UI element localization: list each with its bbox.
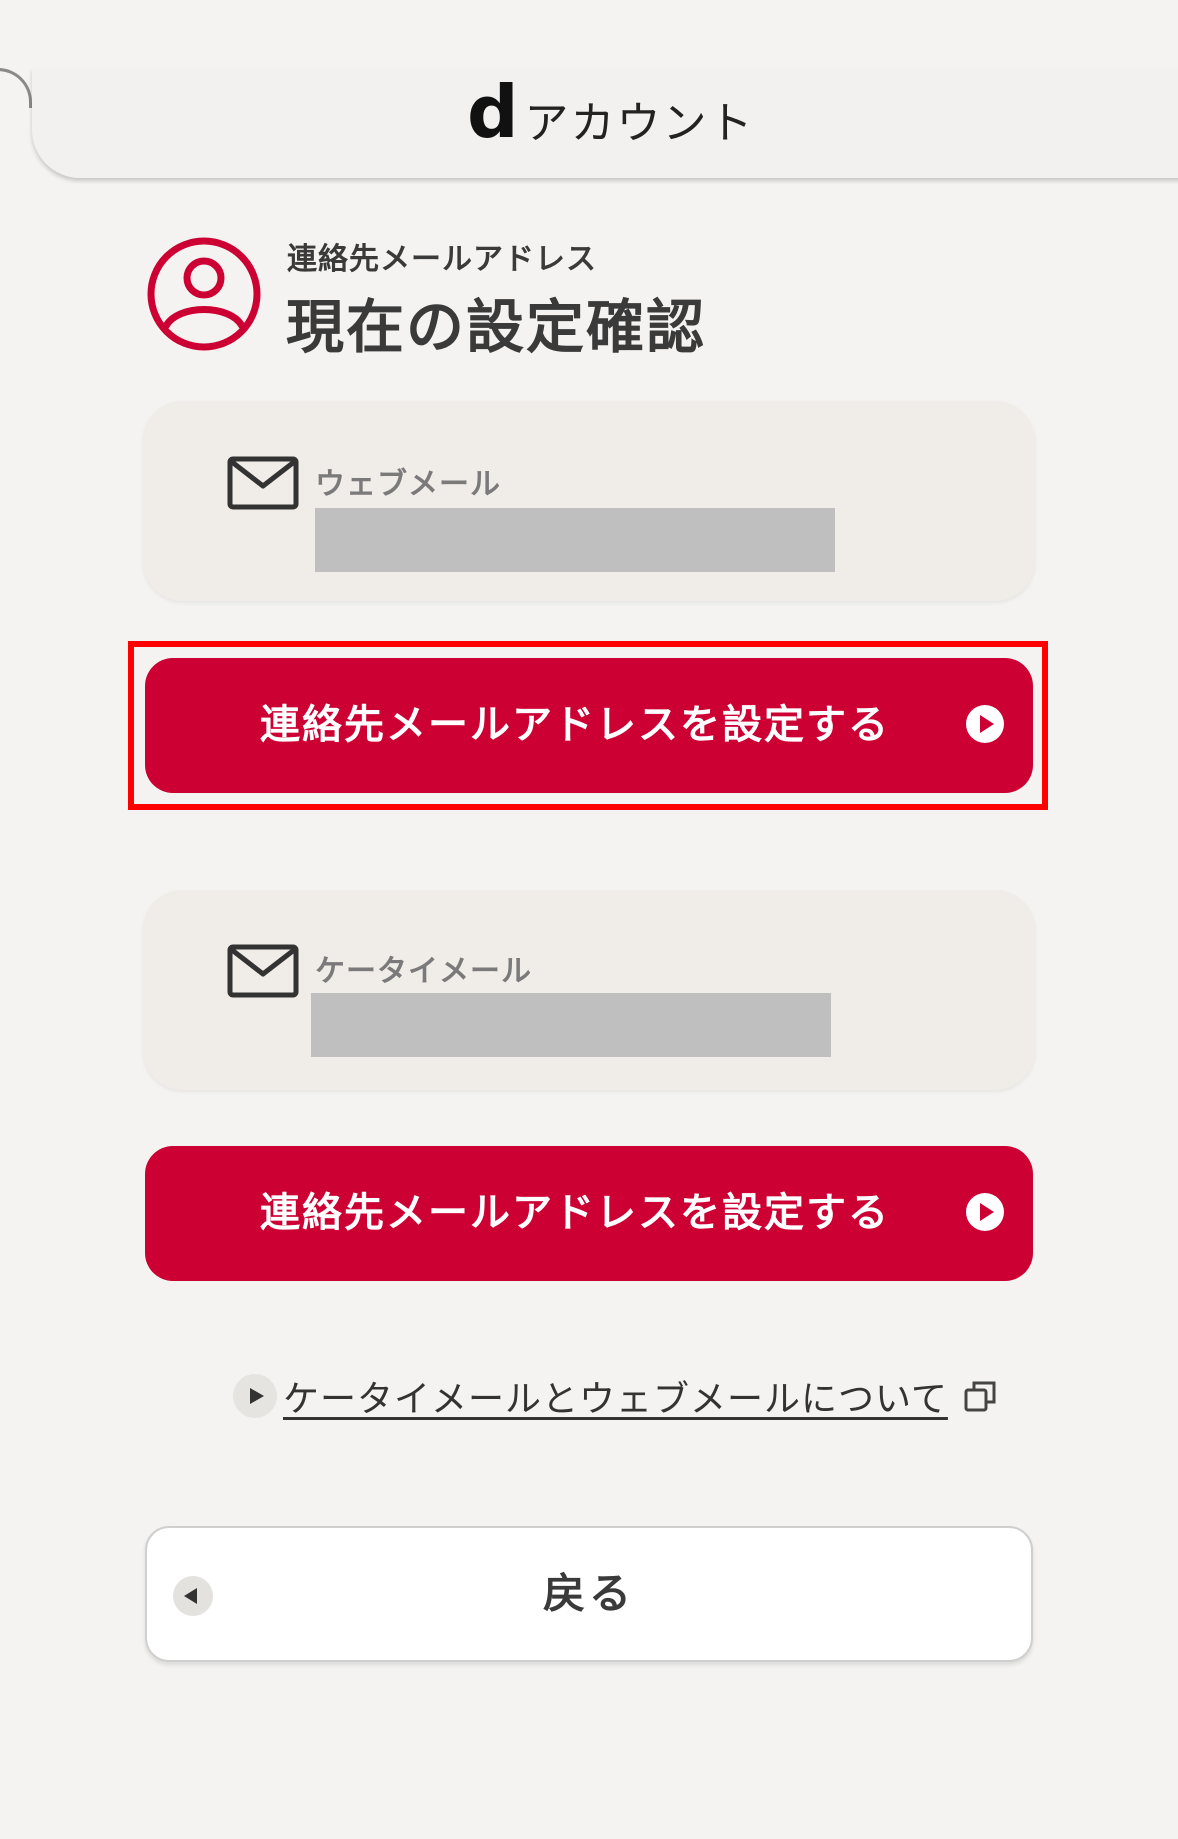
play-circle-icon — [966, 705, 1004, 743]
mail-icon — [227, 944, 299, 998]
keitaimail-label: ケータイメール — [315, 954, 532, 989]
play-bullet-icon — [233, 1374, 277, 1418]
keitaimail-card: ケータイメール — [143, 890, 1035, 1090]
set-keitaimail-contact-button[interactable]: 連絡先メールアドレスを設定する — [145, 1146, 1033, 1281]
set-contact-button-label: 連絡先メールアドレスを設定する — [260, 1190, 890, 1236]
page-title: 現在の設定確認 — [286, 293, 707, 361]
page-subtitle: 連絡先メールアドレス — [287, 242, 597, 277]
mail-types-info-link[interactable]: ケータイメールとウェブメールについて — [283, 1370, 948, 1422]
brand-text: アカウント — [524, 98, 755, 149]
keitaimail-address-value — [311, 993, 831, 1057]
webmail-card: ウェブメール — [143, 401, 1035, 601]
webmail-label: ウェブメール — [315, 467, 501, 502]
back-button[interactable]: 戻る — [145, 1526, 1033, 1662]
header-left-edge — [0, 68, 32, 108]
set-contact-button-label: 連絡先メールアドレスを設定する — [260, 702, 890, 748]
brand-logo: d アカウント — [467, 72, 755, 152]
brand-mark: d — [467, 70, 519, 154]
mail-icon — [227, 456, 299, 510]
back-button-label: 戻る — [542, 1569, 635, 1618]
set-webmail-contact-button[interactable]: 連絡先メールアドレスを設定する — [145, 658, 1033, 793]
play-circle-icon — [966, 1193, 1004, 1231]
external-window-icon — [964, 1381, 996, 1412]
info-link-row[interactable]: ケータイメールとウェブメールについて — [233, 1370, 996, 1422]
webmail-address-value — [315, 508, 835, 572]
user-circle-icon — [147, 237, 261, 351]
